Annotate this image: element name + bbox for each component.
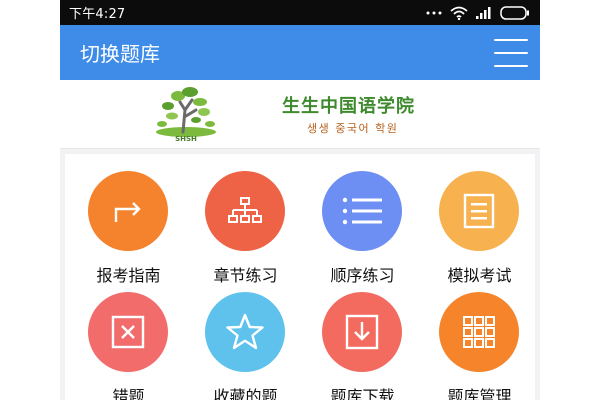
status-icons (418, 5, 530, 20)
app-bar: 切换题库 (60, 25, 540, 80)
phone-screen: 下午4:27 切换题库 SHSH 生生中国语学院 생생 중국어 학원 报考指南 … (60, 0, 540, 400)
document-icon (439, 171, 519, 251)
tree-logo-icon (156, 87, 216, 137)
tile-exam-guide[interactable]: 报考指南 (70, 161, 187, 285)
battery-icon (500, 5, 530, 20)
school-banner: SHSH 生生中国语学院 생생 중국어 학원 (60, 80, 540, 149)
status-time: 下午4:27 (69, 7, 126, 22)
status-bar: 下午4:27 (60, 0, 540, 25)
star-icon (205, 292, 285, 372)
list-icon (322, 171, 402, 251)
sitemap-icon (205, 171, 285, 251)
tile-bank-management[interactable]: 题库管理 (421, 282, 538, 400)
tile-label: 错题 (112, 387, 145, 400)
page-title: 切换题库 (80, 42, 160, 66)
signal-icon (476, 6, 492, 19)
school-name-korean: 생생 중국어 학원 (307, 122, 399, 135)
school-name: 生生中国语学院 (282, 96, 415, 117)
grid-icon (439, 292, 519, 372)
tile-bank-download[interactable]: 题库下载 (304, 282, 421, 400)
tile-label: 题库管理 (447, 387, 512, 400)
tile-wrong-questions[interactable]: 错题 (70, 282, 187, 400)
tile-sequential-practice[interactable]: 顺序练习 (304, 161, 421, 285)
logo-caption: SHSH (175, 135, 197, 143)
feature-grid: 报考指南 章节练习 顺序练习 模拟考试 错题 收藏的题 题库下载 题库管理 (65, 154, 535, 400)
tile-favorites[interactable]: 收藏的题 (187, 282, 304, 400)
tile-label: 题库下载 (330, 387, 395, 400)
arrow-turn-icon (88, 171, 168, 251)
hamburger-menu-icon[interactable] (494, 38, 528, 67)
tile-mock-exam[interactable]: 模拟考试 (421, 161, 538, 285)
close-box-icon (88, 292, 168, 372)
tile-label: 收藏的题 (213, 387, 278, 400)
wifi-icon (450, 6, 468, 20)
more-dots-icon (426, 11, 442, 15)
download-icon (322, 292, 402, 372)
school-logo: SHSH (150, 82, 222, 146)
tile-chapter-practice[interactable]: 章节练习 (187, 161, 304, 285)
